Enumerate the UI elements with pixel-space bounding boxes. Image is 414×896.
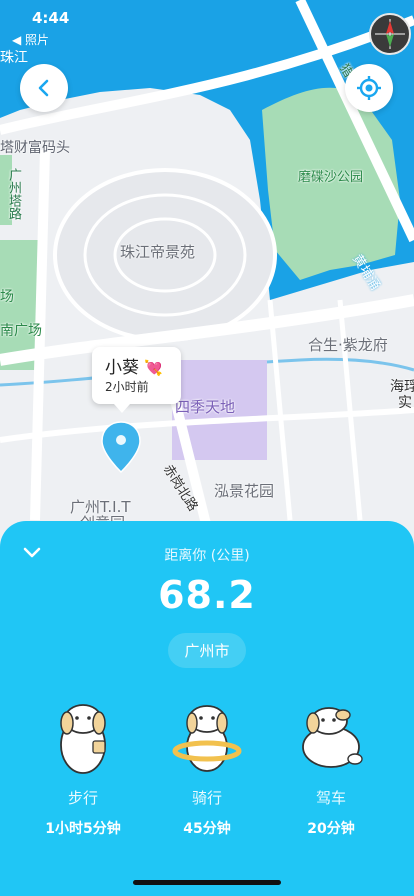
city-badge: 广州市 [168, 633, 246, 668]
hula-hoop-dog-icon [147, 699, 267, 779]
distance-value: 68.2 [158, 573, 256, 617]
mode-walk-time: 1小时5分钟 [45, 821, 121, 837]
distance-label: 距离你 (公里) [164, 548, 250, 564]
compass-icon[interactable] [369, 13, 411, 55]
friend-info-bubble[interactable]: 小葵 💘 2小时前 [92, 347, 181, 413]
mode-drive[interactable]: 驾车 20分钟 [271, 699, 391, 838]
heart-emoji-icon: 💘 [144, 359, 164, 377]
mode-bike-label: 骑行 [191, 789, 222, 807]
map-label-chang: 场 [0, 289, 14, 305]
crosshair-icon [357, 76, 381, 100]
friend-last-seen: 2小时前 [105, 380, 149, 394]
locate-button[interactable] [345, 64, 393, 112]
distance-sheet: 距离你 (公里) 68.2 广州市 步行 1小时5分钟 骑行 45分钟 驾车 2… [0, 521, 414, 896]
map-label-pearl-river: 珠江 [0, 50, 28, 66]
map-label-zhujiang-garden: 珠江帝景苑 [120, 243, 196, 261]
mode-walk-label: 步行 [67, 789, 98, 807]
map-label-mosha-park: 磨碟沙公园 [298, 170, 364, 185]
map-label-hongjing: 泓景花园 [214, 482, 275, 500]
map-label-square: 南广场 [0, 323, 42, 339]
map-label-guangzhou-ta-road: 广州塔路 [6, 168, 21, 220]
back-to-app-link[interactable]: ◀ 照片 [12, 31, 49, 48]
map-label-shi: 实 [398, 395, 412, 411]
mode-drive-time: 20分钟 [307, 821, 355, 837]
map-label-pier: 塔财富码头 [0, 140, 70, 156]
mode-drive-label: 驾车 [315, 789, 346, 807]
map-label-hesheng: 合生·紫龙府 [308, 336, 388, 354]
home-indicator[interactable] [133, 880, 281, 885]
mode-walk[interactable]: 步行 1小时5分钟 [23, 699, 143, 838]
walking-dog-icon [23, 699, 143, 779]
friend-location-pin-icon[interactable] [100, 420, 142, 478]
friend-name: 小葵 💘 [105, 358, 164, 378]
map-label-sijitiandi: 四季天地 [175, 398, 236, 416]
status-time: 4:44 [32, 9, 70, 27]
back-button[interactable] [20, 64, 68, 112]
mode-bike-time: 45分钟 [183, 821, 231, 837]
mode-bike[interactable]: 骑行 45分钟 [147, 699, 267, 838]
lying-dog-icon [271, 699, 391, 779]
chevron-left-icon [38, 79, 49, 97]
